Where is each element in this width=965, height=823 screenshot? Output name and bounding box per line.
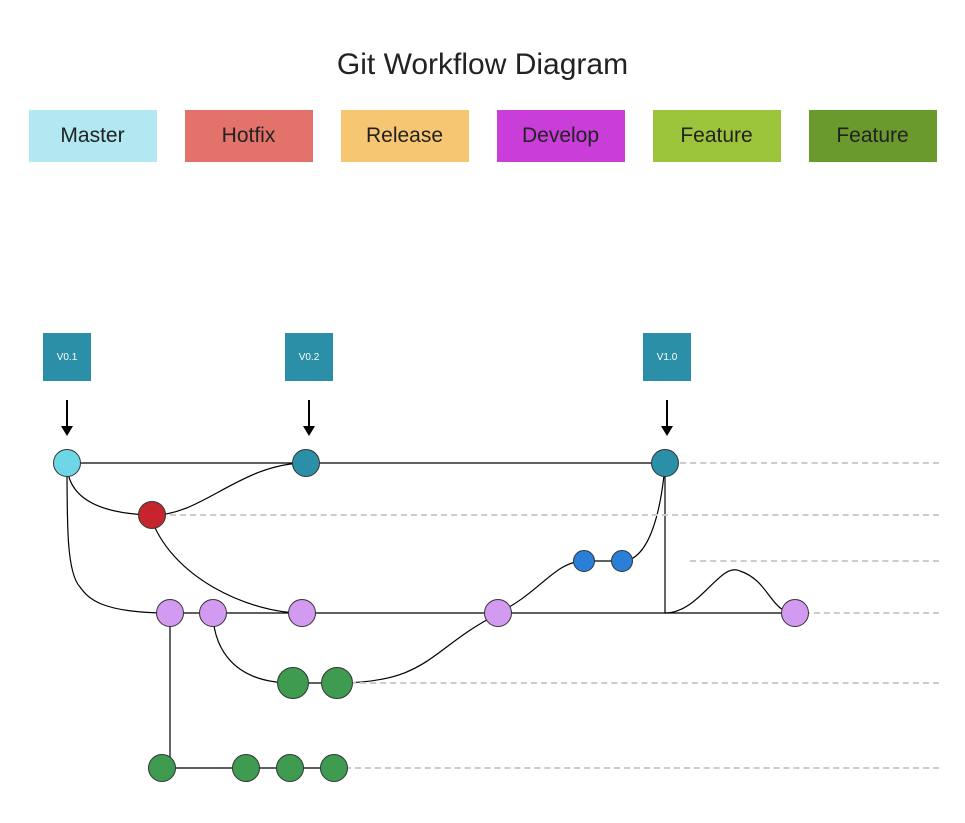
commit-node: [781, 599, 809, 627]
lane-guideline: [345, 767, 939, 769]
commit-node: [148, 754, 176, 782]
legend-item-release-2: Release: [341, 110, 469, 162]
commit-node: [321, 667, 353, 699]
commit-node: [292, 449, 320, 477]
legend-item-label: Develop: [522, 124, 599, 148]
legend-item-label: Hotfix: [222, 124, 276, 148]
commit-node: [232, 754, 260, 782]
commit-node: [288, 599, 316, 627]
commit-node: [484, 599, 512, 627]
edges-layer: [0, 318, 965, 798]
arrow-down-icon: [666, 400, 668, 436]
commit-node: [320, 754, 348, 782]
merge-edge: [67, 463, 150, 515]
page-title: Git Workflow Diagram: [0, 48, 965, 82]
arrow-down-icon: [66, 400, 68, 436]
merge-edge: [337, 614, 498, 683]
commit-node: [138, 501, 166, 529]
version-tag: V0.1: [43, 333, 91, 381]
workflow-diagram: V0.1 V0.2 V1.0: [0, 318, 965, 798]
lane-guideline: [690, 560, 939, 562]
commit-node: [573, 550, 595, 572]
legend-item-label: Master: [60, 124, 124, 148]
legend-item-hotfix-1: Hotfix: [185, 110, 313, 162]
commit-node: [277, 667, 309, 699]
lane-guideline: [170, 514, 939, 516]
commit-node: [53, 449, 81, 477]
commit-node: [651, 449, 679, 477]
commit-node: [611, 550, 633, 572]
legend-item-feature-4: Feature: [653, 110, 781, 162]
commit-node: [156, 599, 184, 627]
legend-item-label: Feature: [680, 124, 752, 148]
legend-item-master-0: Master: [29, 110, 157, 162]
version-tag: V0.2: [285, 333, 333, 381]
arrow-down-icon: [308, 400, 310, 436]
version-tag: V1.0: [643, 333, 691, 381]
lane-guideline: [804, 612, 939, 614]
merge-edge: [622, 463, 665, 561]
version-tag-label: V0.1: [57, 352, 78, 363]
merge-edge: [498, 561, 584, 613]
version-tag-label: V0.2: [299, 352, 320, 363]
legend-item-feature-5: Feature: [809, 110, 937, 162]
version-tag-label: V1.0: [657, 352, 678, 363]
merge-edge: [150, 463, 306, 515]
legend-item-label: Feature: [836, 124, 908, 148]
lane-guideline: [350, 682, 939, 684]
lane-guideline: [680, 462, 939, 464]
legend-bar: Master Hotfix Release Develop Feature Feature: [0, 110, 965, 162]
merge-edge: [67, 463, 170, 613]
legend-item-label: Release: [366, 124, 443, 148]
commit-node: [276, 754, 304, 782]
merge-edge: [665, 570, 795, 613]
commit-node: [199, 599, 227, 627]
legend-item-develop-3: Develop: [497, 110, 625, 162]
